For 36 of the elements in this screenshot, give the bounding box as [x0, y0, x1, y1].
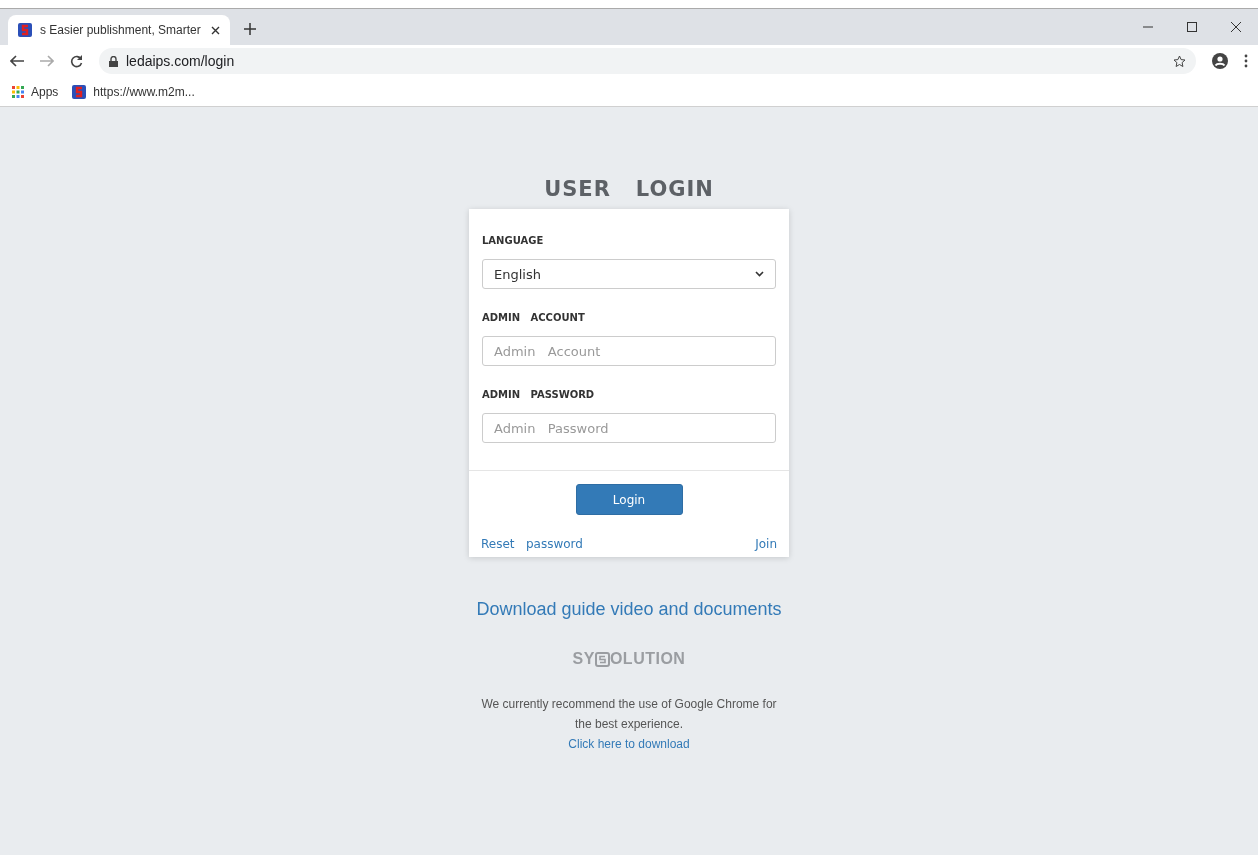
apps-grid-icon [12, 85, 24, 98]
url-text: ledaips.com/login [126, 53, 236, 69]
logo-mark-icon [594, 651, 610, 667]
lock-icon [109, 55, 118, 67]
browser-tab[interactable]: s Easier publishment, Smarter [8, 15, 230, 45]
more-options-icon[interactable] [1244, 54, 1248, 68]
close-icon[interactable] [1231, 22, 1241, 32]
logo-text: OLUTION [609, 650, 686, 668]
recommendation-text: We currently recommend the use of Google Chrome for the best experience. [480, 696, 778, 733]
password-field[interactable]: Admin Password [482, 413, 776, 443]
reload-icon[interactable] [70, 54, 83, 68]
account-icon[interactable] [1212, 53, 1228, 69]
reset-password-link[interactable]: Reset password [481, 537, 583, 551]
join-link[interactable]: Join [755, 537, 777, 551]
field-label: LANGUAGE [482, 235, 545, 246]
logo-text: SY [572, 650, 595, 668]
favicon-icon [72, 84, 87, 99]
login-button[interactable]: Login [575, 484, 683, 515]
maximize-icon[interactable] [1187, 22, 1197, 32]
close-icon[interactable] [211, 25, 220, 35]
guide-link[interactable]: Download guide video and documents [476, 599, 782, 620]
download-link[interactable]: Click here to download [568, 734, 690, 754]
page-title: USER LOGIN [544, 177, 714, 201]
field-label: ADMIN PASSWORD [482, 389, 596, 400]
address-bar[interactable]: ledaips.com/login [99, 48, 1196, 74]
star-icon[interactable] [1173, 54, 1186, 68]
favicon-icon [18, 23, 32, 37]
account-field[interactable]: Admin Account [482, 336, 776, 366]
back-arrow-icon[interactable] [10, 55, 24, 67]
bookmark[interactable]: Apps [12, 84, 59, 99]
chevron-down-icon [755, 271, 764, 277]
language-select[interactable]: English [482, 259, 776, 289]
bookmark[interactable]: https://www.m2m... [72, 84, 195, 99]
field-label: ADMIN ACCOUNT [482, 312, 586, 323]
tab-title: s Easier publishment, Smarter [40, 23, 202, 37]
new-tab-icon[interactable] [244, 23, 256, 35]
